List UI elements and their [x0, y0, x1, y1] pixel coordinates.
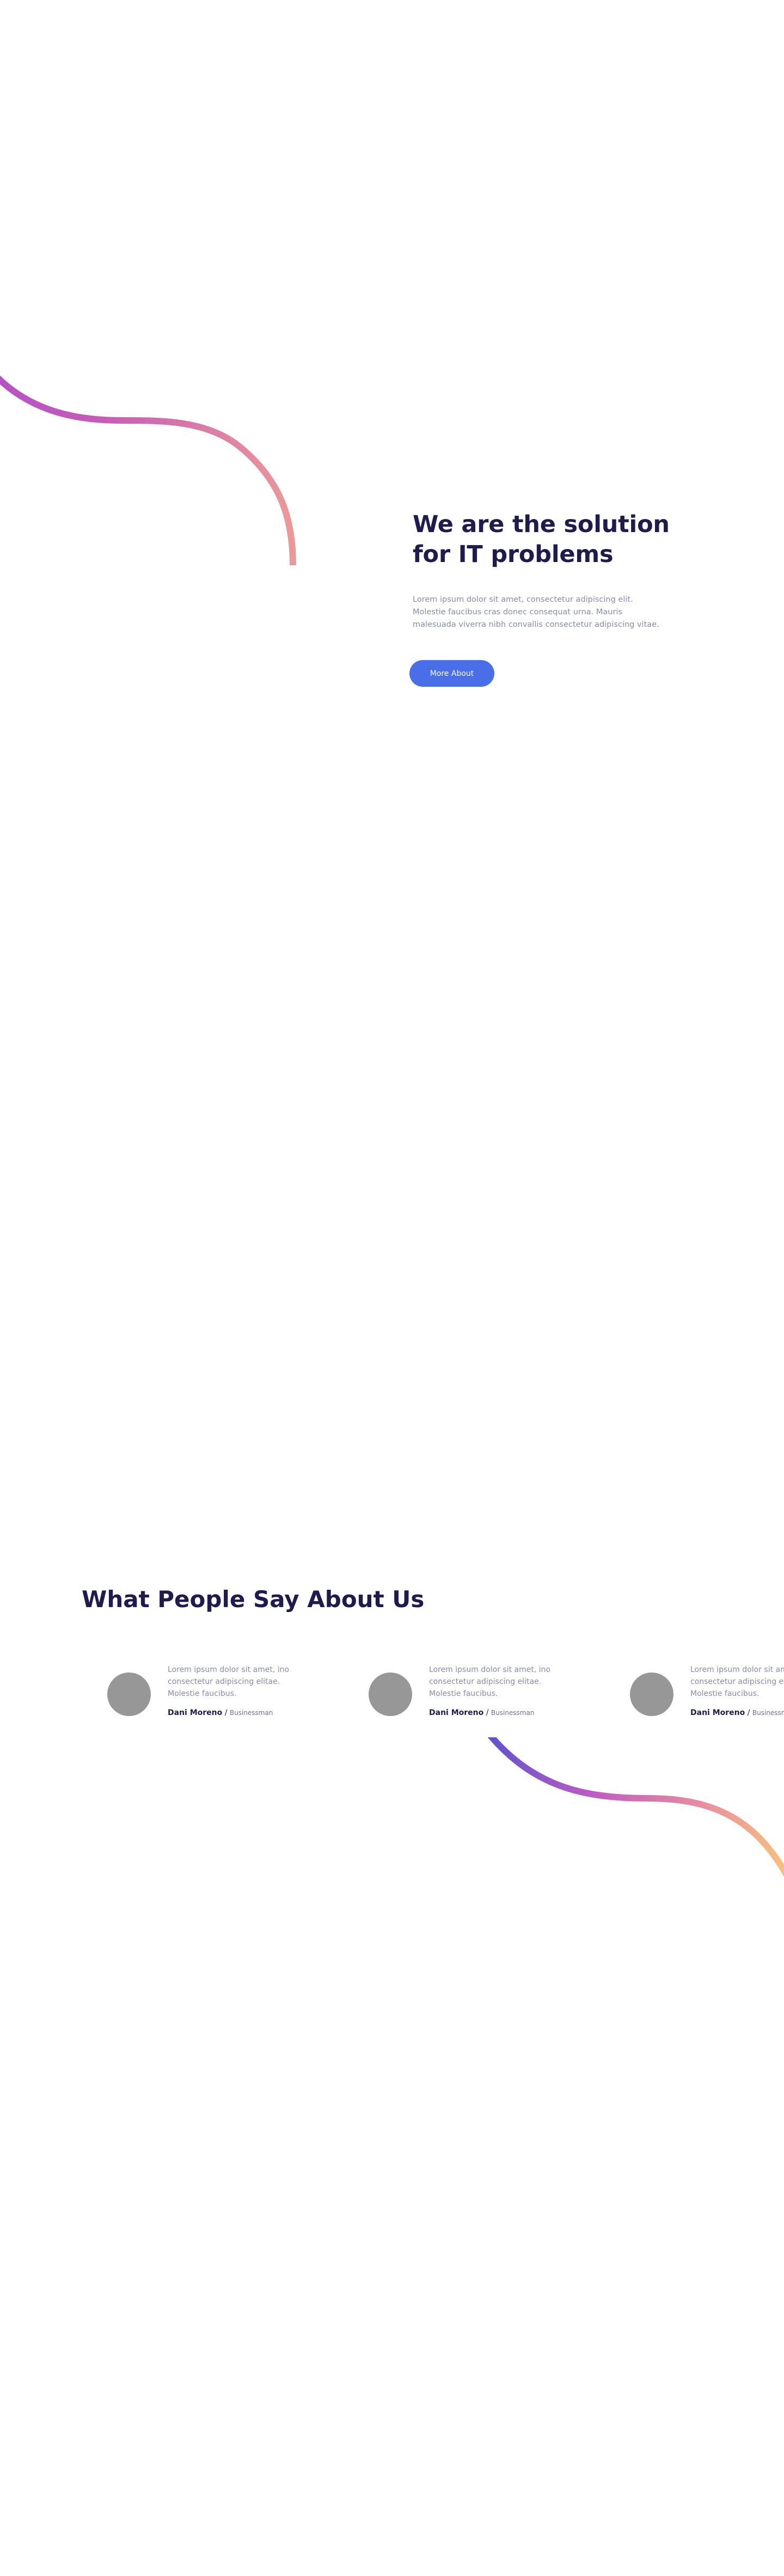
author-name: Dani Moreno	[690, 1708, 745, 1717]
avatar	[630, 1672, 673, 1716]
testimonial-quote: Lorem ipsum dolor sit amet, ino consecte…	[690, 1665, 784, 1698]
author-separator: /	[224, 1708, 228, 1717]
author-separator: /	[486, 1708, 489, 1717]
testimonial-quote: Lorem ipsum dolor sit amet, ino consecte…	[168, 1665, 290, 1698]
avatar	[369, 1672, 412, 1716]
testimonial-card: Lorem ipsum dolor sit amet, ino consecte…	[107, 1664, 347, 1729]
decorative-curve-top	[0, 375, 296, 566]
testimonial-card: Lorem ipsum dolor sit amet, ino consecte…	[630, 1664, 784, 1729]
author-name: Dani Moreno	[168, 1708, 223, 1717]
avatar	[107, 1672, 151, 1716]
testimonial-quote: Lorem ipsum dolor sit amet, ino consecte…	[429, 1665, 551, 1698]
author-role: Businessman	[229, 1709, 273, 1717]
hero-title: We are the solution for IT problems	[413, 511, 670, 568]
author-name: Dani Moreno	[429, 1708, 484, 1717]
author-separator: /	[747, 1708, 750, 1717]
author-role: Businessman	[491, 1709, 535, 1717]
author-role: Businessman	[752, 1709, 784, 1717]
hero-description: Lorem ipsum dolor sit amet, consectetur …	[413, 595, 659, 629]
testimonial-author: Dani Moreno / Businessman	[168, 1707, 273, 1718]
testimonials-title: What People Say About Us	[82, 1586, 425, 1613]
more-about-button[interactable]: More About	[409, 660, 494, 687]
decorative-curve-bottom	[487, 1737, 784, 1877]
testimonial-card: Lorem ipsum dolor sit amet, ino consecte…	[369, 1664, 608, 1729]
testimonial-author: Dani Moreno / Businessman	[690, 1707, 784, 1718]
testimonial-author: Dani Moreno / Businessman	[429, 1707, 534, 1718]
